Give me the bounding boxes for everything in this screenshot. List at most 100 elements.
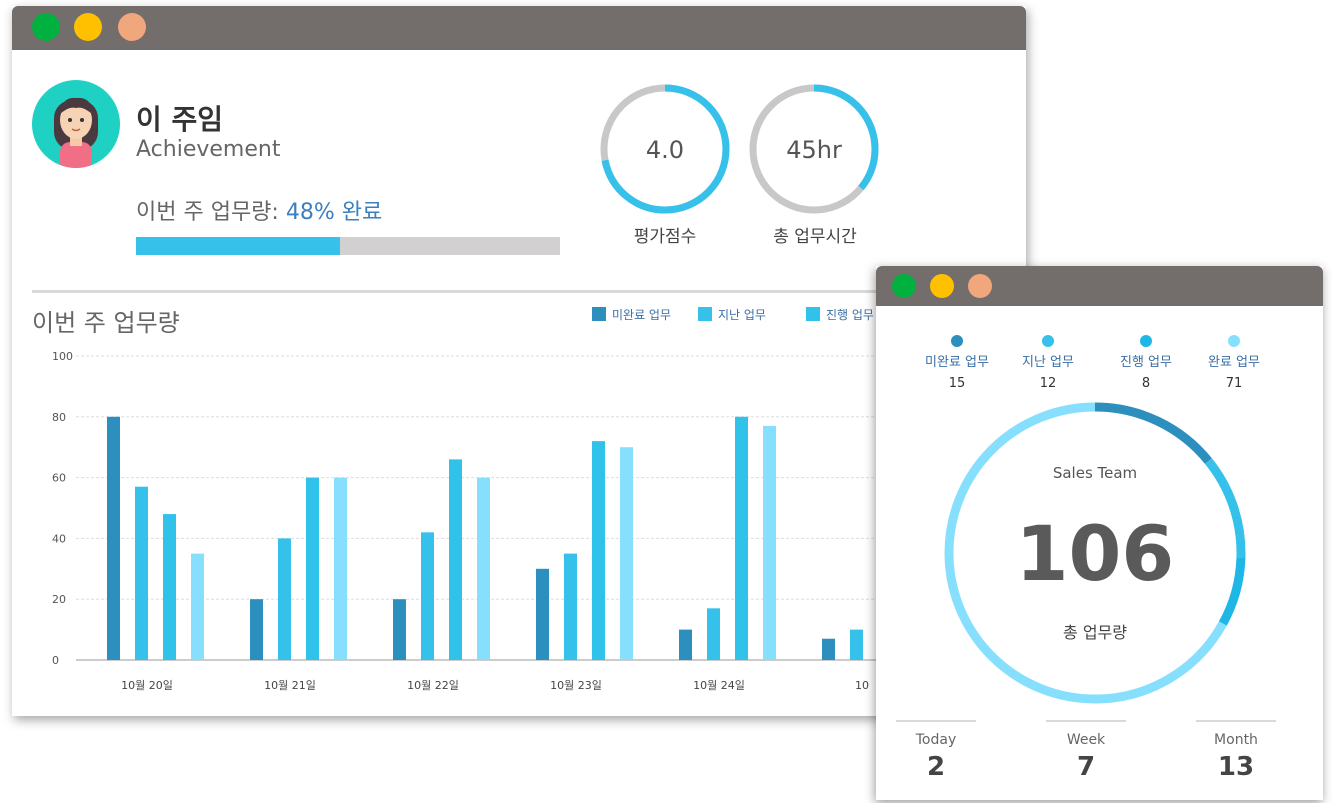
stat-divider — [896, 720, 976, 722]
team-stat-incomplete: 미완료 업무 15 — [917, 332, 997, 391]
status-dot-icon — [951, 335, 963, 347]
window-maximize-button[interactable] — [968, 274, 992, 298]
bar — [536, 568, 549, 660]
legend-swatch — [592, 307, 606, 321]
stat-divider — [1196, 720, 1276, 722]
team-stat-value: 8 — [1141, 376, 1151, 391]
weekly-workload-bar-chart: 0 20 40 60 80 100 10월 20일 10월 21일 10월 22일 10월 23일… — [52, 350, 882, 692]
bottom-stat-value: 13 — [1217, 752, 1255, 782]
legend-item-inprogress: 진행 업무 — [806, 306, 874, 323]
status-dot-icon — [1042, 335, 1054, 347]
bar — [850, 629, 863, 660]
legend-label: 지난 업무 — [718, 308, 766, 322]
team-stat-week: Week 7 — [1026, 720, 1146, 782]
team-stat-month: Month 13 — [1176, 720, 1296, 782]
team-stat-value: 71 — [1225, 376, 1243, 391]
weekly-progress-label: 이번 주 업무량: — [136, 200, 279, 225]
team-total-label: 총 업무량 — [1063, 623, 1127, 642]
status-dot-icon — [1228, 335, 1240, 347]
legend-item-past: 지난 업무 — [698, 306, 766, 323]
x-tick-label: 10월 23일 — [550, 678, 602, 692]
legend-label: 미완료 업무 — [612, 308, 672, 322]
x-tick-label: 10월 24일 — [693, 678, 745, 692]
team-stat-label: 미완료 업무 — [925, 355, 989, 370]
stat-divider — [1046, 720, 1126, 722]
achievement-window: 이 주임 Achievement 이번 주 업무량: 48% 완료 4.0 평가… — [12, 6, 1026, 716]
bar — [620, 447, 633, 660]
bar — [421, 532, 434, 660]
rating-ring: 4.0 — [598, 82, 732, 216]
hours-label: 총 업무시간 — [773, 227, 857, 247]
y-tick-label: 60 — [52, 472, 66, 485]
weekly-progress-fill — [136, 237, 340, 255]
team-stat-today: Today 2 — [876, 720, 996, 782]
rating-value: 4.0 — [646, 136, 684, 164]
bar — [564, 553, 577, 660]
team-title-bar[interactable] — [876, 266, 1323, 306]
x-tick-label: 10월 20일 — [121, 678, 173, 692]
bar — [592, 441, 605, 660]
x-tick-label: 10월 21일 — [264, 678, 316, 692]
weekly-progress-value: 48% 완료 — [285, 200, 383, 225]
weekly-progress-bar — [136, 237, 560, 255]
team-stat-past: 지난 업무 12 — [1008, 332, 1088, 391]
status-dot-icon — [1140, 335, 1152, 347]
legend-swatch — [806, 307, 820, 321]
bar — [163, 514, 176, 660]
bottom-stat-label: Today — [915, 732, 957, 748]
bar — [707, 608, 720, 660]
window-minimize-button[interactable] — [930, 274, 954, 298]
rating-label: 평가점수 — [633, 227, 697, 247]
y-tick-label: 0 — [52, 654, 59, 667]
bar — [763, 425, 776, 660]
bar — [477, 477, 490, 660]
bar — [135, 486, 148, 660]
hours-ring: 45hr — [747, 82, 881, 216]
window-close-button[interactable] — [892, 274, 916, 298]
x-tick-label: 10월 22일 — [407, 678, 459, 692]
window-close-button[interactable] — [32, 13, 60, 41]
bottom-stat-label: Month — [1214, 732, 1258, 748]
bottom-stat-label: Week — [1066, 732, 1106, 748]
title-bar[interactable] — [12, 6, 1026, 50]
legend-item-incomplete: 미완료 업무 — [592, 306, 671, 323]
team-stat-complete: 완료 업무 71 — [1194, 332, 1274, 391]
bar — [107, 416, 120, 660]
bar — [334, 477, 347, 660]
bar — [822, 638, 835, 660]
team-stat-label: 지난 업무 — [1022, 355, 1074, 370]
avatar — [32, 80, 120, 168]
y-tick-label: 20 — [52, 593, 66, 606]
window-maximize-button[interactable] — [118, 13, 146, 41]
team-stat-value: 15 — [948, 376, 966, 391]
legend-label: 진행 업무 — [826, 308, 874, 322]
bottom-stat-value: 2 — [926, 752, 946, 782]
hours-value: 45hr — [786, 136, 842, 164]
bar — [735, 416, 748, 660]
team-stat-value: 12 — [1039, 376, 1057, 391]
team-stat-label: 완료 업무 — [1208, 355, 1260, 370]
bar — [679, 629, 692, 660]
legend-swatch — [698, 307, 712, 321]
user-name: 이 주임 — [136, 103, 224, 136]
bar — [191, 553, 204, 660]
y-tick-label: 40 — [52, 532, 66, 545]
team-window: 미완료 업무 15 지난 업무 12 진행 업무 8 완료 업무 71 Sale… — [876, 266, 1323, 800]
window-minimize-button[interactable] — [74, 13, 102, 41]
y-tick-label: 80 — [52, 411, 66, 424]
x-tick-label: 10 — [855, 679, 869, 692]
team-stat-inprogress: 진행 업무 8 — [1106, 332, 1186, 391]
bar — [250, 599, 263, 660]
chart-title: 이번 주 업무량 — [32, 309, 180, 337]
bar — [306, 477, 319, 660]
team-total: 106 — [1016, 509, 1175, 598]
team-workload-donut: Sales Team 106 총 업무량 — [944, 402, 1246, 704]
team-name: Sales Team — [1053, 464, 1137, 482]
bar — [449, 459, 462, 660]
team-stat-label: 진행 업무 — [1120, 355, 1172, 370]
bar — [393, 599, 406, 660]
user-subtitle: Achievement — [136, 137, 281, 162]
bottom-stat-value: 7 — [1076, 752, 1096, 782]
bar — [278, 538, 291, 660]
y-tick-label: 100 — [52, 350, 73, 363]
